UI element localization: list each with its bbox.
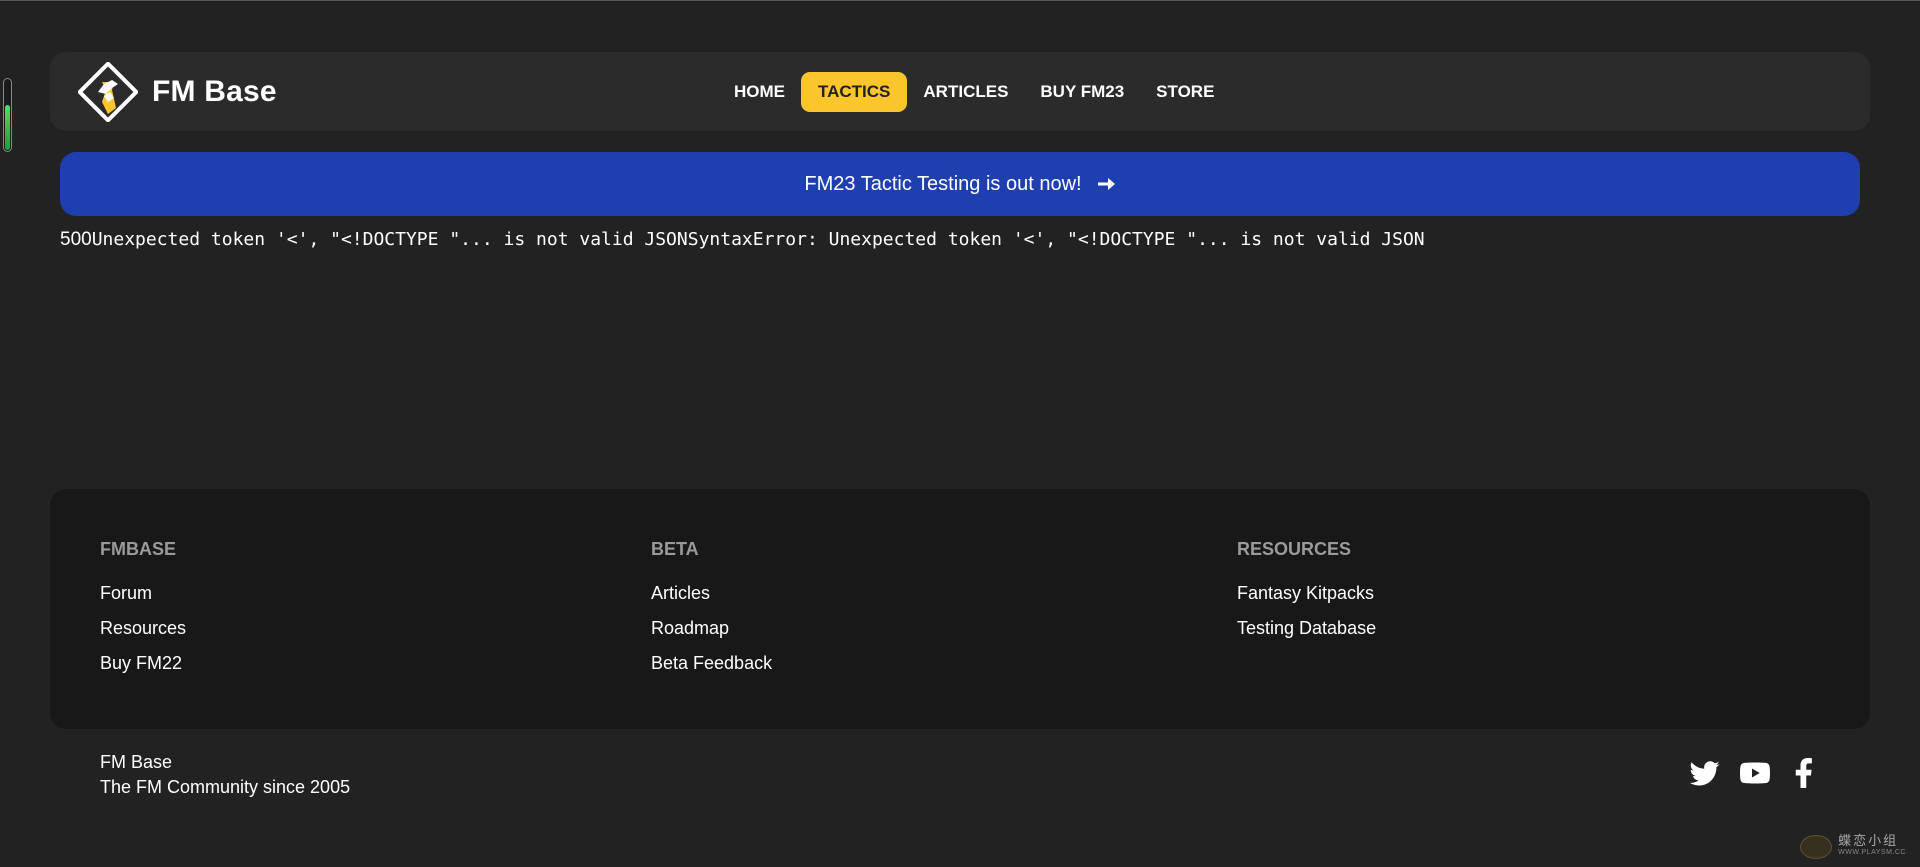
nav-store[interactable]: STORE bbox=[1140, 72, 1230, 112]
site-header: FM Base HOME TACTICS ARTICLES BUY FM23 S… bbox=[50, 52, 1870, 131]
error-message: 500Unexpected token '<', "<!DOCTYPE "...… bbox=[60, 229, 1425, 251]
watermark-text: 蝶恋小组 WWW.PLAYSM.CC bbox=[1838, 834, 1906, 858]
footer-link-testing-database[interactable]: Testing Database bbox=[1237, 618, 1376, 638]
footer-heading: FMBASE bbox=[100, 539, 176, 559]
watermark-logo-icon bbox=[1800, 835, 1833, 859]
page: FM Base HOME TACTICS ARTICLES BUY FM23 S… bbox=[0, 0, 1920, 867]
footer-link-fantasy-kitpacks[interactable]: Fantasy Kitpacks bbox=[1237, 583, 1376, 603]
footer-tagline: The FM Community since 2005 bbox=[100, 777, 351, 797]
main-nav: HOME TACTICS ARTICLES BUY FM23 STORE bbox=[718, 72, 1230, 112]
scroll-indicator-fill bbox=[5, 105, 10, 150]
watermark-main: 蝶恋小组 bbox=[1838, 834, 1899, 849]
footer-column-resources: RESOURCES Fantasy Kitpacks Testing Datab… bbox=[1237, 539, 1376, 653]
footer-column-fmbase: FMBASE Forum Resources Buy FM22 bbox=[100, 539, 186, 688]
footer-heading: RESOURCES bbox=[1237, 539, 1352, 559]
error-code: 500 bbox=[60, 229, 92, 250]
nav-home[interactable]: HOME bbox=[718, 72, 801, 112]
error-text: Unexpected token '<', "<!DOCTYPE "... is… bbox=[91, 229, 1425, 250]
footer-link-resources[interactable]: Resources bbox=[100, 618, 186, 638]
footer-brand-name: FM Base bbox=[100, 752, 173, 772]
banner-text: FM23 Tactic Testing is out now! bbox=[804, 172, 1082, 195]
brand-name: FM Base bbox=[152, 75, 277, 108]
nav-tactics[interactable]: TACTICS bbox=[801, 72, 908, 112]
fm-base-logo-icon bbox=[78, 62, 138, 122]
youtube-icon[interactable] bbox=[1740, 758, 1770, 788]
watermark: 蝶恋小组 WWW.PLAYSM.CC bbox=[1800, 835, 1906, 859]
footer-links: FMBASE Forum Resources Buy FM22 BETA Art… bbox=[50, 489, 1870, 729]
arrow-right-icon bbox=[1097, 178, 1115, 190]
footer-link-articles[interactable]: Articles bbox=[651, 583, 772, 603]
facebook-icon[interactable] bbox=[1790, 758, 1820, 788]
footer-link-beta-feedback[interactable]: Beta Feedback bbox=[651, 653, 772, 673]
footer-link-forum[interactable]: Forum bbox=[100, 583, 186, 603]
social-links bbox=[1690, 758, 1820, 788]
footer-brand-info: FM Base The FM Community since 2005 bbox=[100, 750, 350, 800]
announcement-banner[interactable]: FM23 Tactic Testing is out now! bbox=[60, 152, 1860, 216]
nav-articles[interactable]: ARTICLES bbox=[907, 72, 1024, 112]
footer-link-buy-fm22[interactable]: Buy FM22 bbox=[100, 653, 186, 673]
twitter-icon[interactable] bbox=[1690, 758, 1720, 788]
footer-heading: BETA bbox=[651, 539, 699, 559]
nav-buy-fm23[interactable]: BUY FM23 bbox=[1024, 72, 1140, 112]
watermark-sub: WWW.PLAYSM.CC bbox=[1838, 849, 1906, 856]
footer-link-roadmap[interactable]: Roadmap bbox=[651, 618, 772, 638]
brand[interactable]: FM Base bbox=[78, 62, 277, 122]
footer-column-beta: BETA Articles Roadmap Beta Feedback bbox=[651, 539, 772, 688]
scroll-indicator[interactable] bbox=[3, 78, 12, 152]
